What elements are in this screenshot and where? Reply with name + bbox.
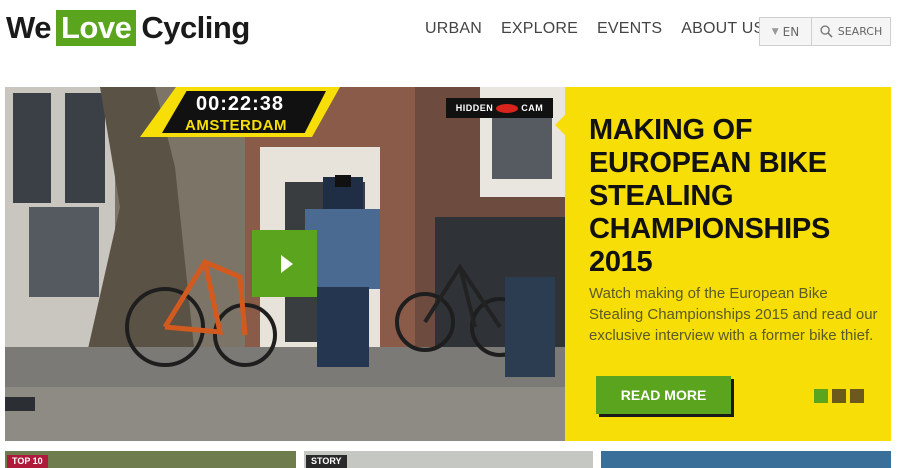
nav-about-us[interactable]: ABOUT US xyxy=(681,20,764,38)
slide-dot-1[interactable] xyxy=(814,389,828,403)
hero-slider: 00:22:38 AMSTERDAM HIDDEN CAM MAKING OF … xyxy=(5,87,891,441)
main-nav: URBAN EXPLORE EVENTS ABOUT US xyxy=(425,20,783,38)
hidden-cam-label-left: HIDDEN xyxy=(455,103,494,113)
timer-badge: 00:22:38 AMSTERDAM xyxy=(140,87,340,137)
logo-text-cycling: Cycling xyxy=(141,10,250,45)
play-video-button[interactable] xyxy=(252,230,317,297)
logo-text-love: Love xyxy=(55,10,137,46)
card-third[interactable] xyxy=(601,451,891,468)
hero-title: MAKING OF EUROPEAN BIKE STEALING CHAMPIO… xyxy=(589,114,831,278)
timer-city: AMSTERDAM xyxy=(185,117,287,134)
hero-video-image[interactable]: 00:22:38 AMSTERDAM HIDDEN CAM xyxy=(5,87,565,441)
hero-info-panel: MAKING OF EUROPEAN BIKE STEALING CHAMPIO… xyxy=(555,87,891,441)
camera-eye-icon xyxy=(496,103,519,113)
language-label: EN xyxy=(782,24,800,39)
card-story[interactable]: STORY xyxy=(304,451,593,468)
hidden-cam-label-right: CAM xyxy=(521,103,544,113)
search-label: SEARCH xyxy=(837,25,883,38)
search-icon xyxy=(820,25,833,38)
slider-pagination xyxy=(814,389,864,403)
card-tag: TOP 10 xyxy=(7,455,48,468)
site-header: We Love Cycling URBAN EXPLORE EVENTS ABO… xyxy=(0,0,900,70)
hero-description: Watch making of the European Bike Steali… xyxy=(589,285,878,344)
search-button[interactable]: SEARCH xyxy=(812,17,891,46)
hidden-cam-badge: HIDDEN CAM xyxy=(446,98,553,118)
language-selector[interactable]: ▼ EN xyxy=(759,17,812,46)
card-tag: STORY xyxy=(306,455,347,468)
read-more-button[interactable]: READ MORE xyxy=(596,376,731,414)
logo-text-we: We xyxy=(6,10,51,45)
dropdown-arrow-icon: ▼ xyxy=(771,26,779,37)
card-top-10[interactable]: TOP 10 xyxy=(5,451,296,468)
slide-dot-2[interactable] xyxy=(832,389,846,403)
nav-urban[interactable]: URBAN xyxy=(425,20,482,38)
nav-explore[interactable]: EXPLORE xyxy=(501,20,578,38)
site-logo[interactable]: We Love Cycling xyxy=(6,8,250,48)
play-icon xyxy=(280,254,293,273)
slide-dot-3[interactable] xyxy=(850,389,864,403)
timer-value: 00:22:38 xyxy=(195,93,285,115)
nav-events[interactable]: EVENTS xyxy=(597,20,662,38)
